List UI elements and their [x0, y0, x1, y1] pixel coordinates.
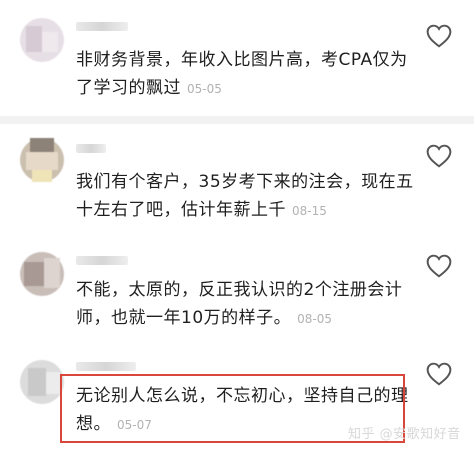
username-blurred[interactable] [76, 22, 128, 31]
comment-item: 我们有个客户，35岁考下来的注会，现在五十左右了吧，估计年薪上千 08-15 [0, 124, 474, 244]
avatar-blur-block [26, 152, 58, 170]
heart-outline-icon[interactable] [426, 24, 452, 48]
comment-body: 非财务背景，年收入比图片高，考CPA仅为了学习的飘过 [76, 50, 408, 98]
comment-body: 我们有个客户，35岁考下来的注会，现在五十左右了吧，估计年薪上千 [76, 172, 414, 220]
username-blurred[interactable] [76, 362, 136, 371]
comment-date: 05-05 [187, 82, 222, 96]
comment-text: 我们有个客户，35岁考下来的注会，现在五十左右了吧，估计年薪上千 08-15 [76, 168, 416, 225]
avatar-blur-block [30, 138, 54, 152]
avatar-blur-block [32, 170, 52, 182]
avatar-blur-block [46, 372, 60, 394]
heart-outline-icon[interactable] [426, 254, 452, 278]
watermark: 知乎 @安歌知好音 [348, 427, 461, 442]
section-divider [0, 116, 474, 124]
comment-text: 不能，太原的，反正我认识的2个注册会计师，也就一年10万的样子。 08-05 [76, 276, 416, 333]
avatar-blur-block [28, 368, 46, 396]
avatar[interactable] [20, 138, 64, 182]
avatar-blur-block [44, 258, 60, 288]
avatar[interactable] [20, 18, 64, 62]
comment-body: 不能，太原的，反正我认识的2个注册会计师，也就一年10万的样子。 [76, 280, 403, 328]
username-blurred[interactable] [76, 144, 106, 153]
heart-outline-icon[interactable] [426, 144, 452, 168]
comment-item: 不能，太原的，反正我认识的2个注册会计师，也就一年10万的样子。 08-05 [0, 240, 474, 350]
avatar-blur-block [24, 262, 44, 286]
avatar-blur-block [42, 32, 58, 52]
avatar-blur-block [26, 26, 42, 52]
username-blurred[interactable] [76, 256, 128, 265]
comment-text: 非财务背景，年收入比图片高，考CPA仅为了学习的飘过 05-05 [76, 46, 416, 103]
comment-item: 非财务背景，年收入比图片高，考CPA仅为了学习的飘过 05-05 [0, 0, 474, 120]
comment-date: 08-05 [297, 312, 333, 326]
heart-outline-icon[interactable] [426, 362, 452, 386]
avatar[interactable] [20, 360, 64, 404]
avatar[interactable] [20, 252, 64, 296]
comment-date: 08-15 [292, 204, 327, 218]
